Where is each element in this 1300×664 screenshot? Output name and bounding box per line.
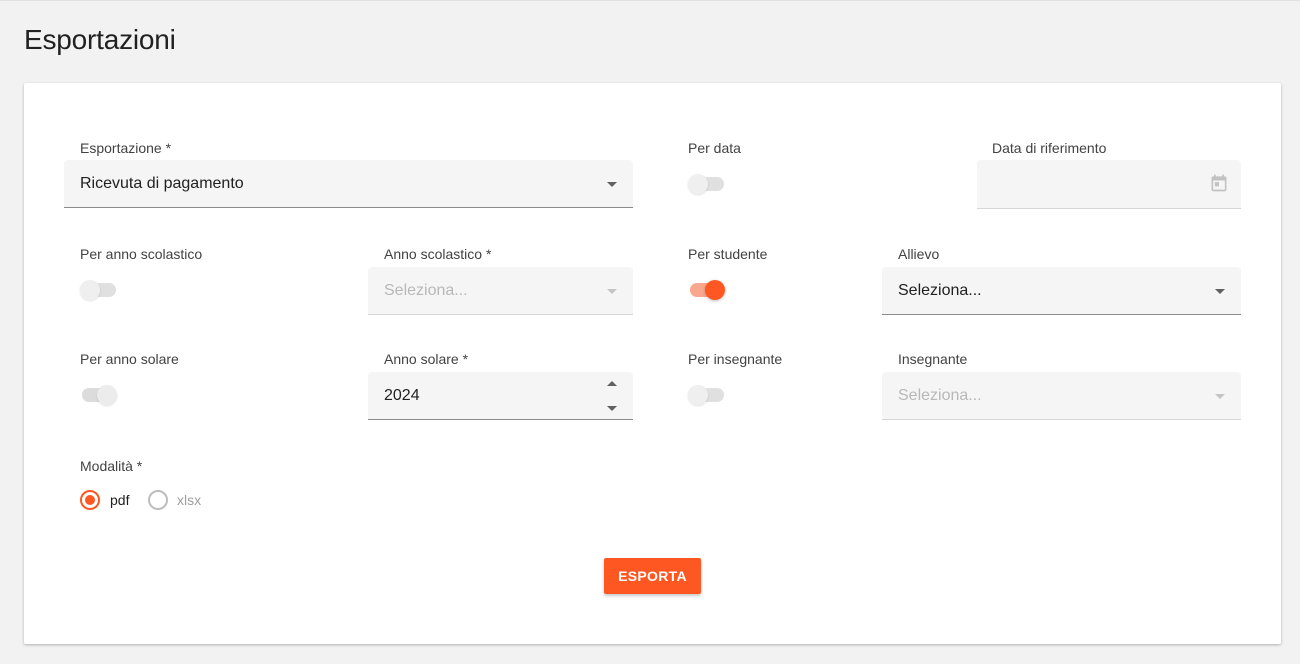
reference-date-field[interactable]	[977, 160, 1241, 209]
page-title: Esportazioni	[24, 24, 176, 55]
reference-date-label: Data di riferimento	[992, 140, 1107, 156]
export-type-value: Ricevuta di pagamento	[80, 175, 244, 192]
spin-up-icon[interactable]	[607, 381, 617, 386]
school-year-select[interactable]: Seleziona...	[368, 267, 633, 315]
school-year-label: Anno scolastico *	[384, 246, 492, 262]
top-divider	[0, 0, 1300, 1]
by-teacher-label: Per insegnante	[688, 351, 783, 367]
teacher-label: Insegnante	[898, 351, 968, 367]
by-school-year-toggle[interactable]	[80, 278, 118, 300]
caret-down-icon	[1215, 394, 1225, 399]
export-form-card: Esportazione * Ricevuta di pagamento Per…	[24, 83, 1281, 644]
school-year-placeholder: Seleziona...	[384, 282, 468, 299]
by-solar-year-label: Per anno solare	[80, 351, 179, 367]
student-value: Seleziona...	[898, 282, 982, 299]
mode-option-pdf[interactable]: pdf	[110, 492, 129, 508]
by-date-label: Per data	[688, 140, 741, 156]
caret-down-icon	[607, 289, 617, 294]
student-label: Allievo	[898, 246, 940, 262]
toggle-thumb	[705, 280, 725, 300]
by-school-year-label: Per anno scolastico	[80, 246, 203, 262]
mode-label: Modalità *	[80, 458, 143, 474]
teacher-select[interactable]: Seleziona...	[882, 372, 1241, 420]
caret-down-icon	[1215, 289, 1225, 294]
export-type-select[interactable]: Ricevuta di pagamento	[64, 160, 633, 208]
by-solar-year-toggle[interactable]	[80, 383, 118, 405]
spin-down-icon[interactable]	[607, 406, 617, 411]
toggle-thumb	[688, 385, 708, 405]
solar-year-label: Anno solare *	[384, 351, 469, 367]
export-button[interactable]: ESPORTA	[604, 558, 701, 594]
teacher-placeholder: Seleziona...	[898, 387, 982, 404]
calendar-icon[interactable]	[1209, 173, 1229, 193]
export-type-label: Esportazione *	[80, 140, 172, 156]
toggle-thumb	[688, 174, 708, 194]
solar-year-input[interactable]: 2024	[368, 372, 633, 420]
mode-option-xlsx[interactable]: xlsx	[177, 492, 201, 508]
by-student-toggle[interactable]	[688, 278, 726, 300]
solar-year-value: 2024	[384, 387, 420, 404]
mode-radio-xlsx[interactable]	[148, 490, 168, 510]
by-teacher-toggle[interactable]	[688, 383, 726, 405]
by-student-label: Per studente	[688, 246, 768, 262]
student-select[interactable]: Seleziona...	[882, 267, 1241, 315]
mode-radio-pdf[interactable]	[80, 490, 100, 510]
toggle-thumb	[80, 280, 100, 300]
by-date-toggle[interactable]	[688, 172, 726, 194]
toggle-thumb	[97, 385, 117, 405]
caret-down-icon	[607, 182, 617, 187]
